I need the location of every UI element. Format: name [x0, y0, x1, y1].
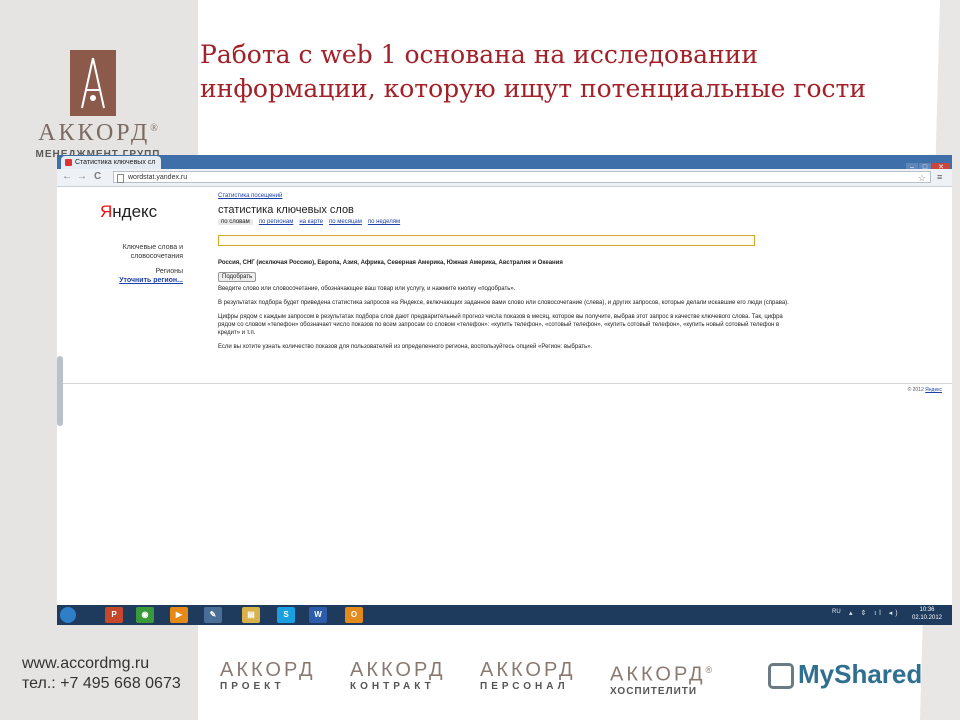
tool-taskbar-icon[interactable]: ✎	[204, 607, 222, 623]
page-icon	[117, 174, 124, 183]
browser-tabbar: Статистика ключевых сл ‒ □ ✕	[57, 155, 952, 172]
footer-logo-sub: КОНТРАКТ	[350, 681, 435, 692]
address-url: wordstat.yandex.ru	[128, 174, 188, 181]
system-tray-icons[interactable]: ▴ ⇕ ıl ◂)	[849, 609, 901, 617]
regions-list: Россия, СНГ (исключая Россию), Европа, А…	[218, 260, 563, 266]
results-description: В результатах подбора будет приведена ст…	[218, 300, 789, 306]
pick-button[interactable]: Подобрать	[218, 272, 257, 282]
copyright-link[interactable]: Яндекс	[925, 387, 942, 393]
accord-emblem-icon	[70, 50, 116, 116]
logo-wordmark: АККОРД	[38, 120, 151, 146]
myshared-watermark: MyShared	[768, 656, 922, 692]
clock-time: 10:36	[919, 607, 935, 613]
footer-logo-sub: ПРОЕКТ	[220, 681, 285, 692]
language-indicator[interactable]: RU	[832, 609, 841, 615]
tab-wordstat[interactable]: Статистика ключевых сл	[61, 156, 161, 169]
back-arrow-icon[interactable]: ←	[62, 171, 72, 183]
start-button-icon[interactable]	[60, 607, 76, 623]
region-hint: Если вы хотите узнать количество показов…	[218, 344, 593, 350]
footer-divider	[57, 383, 952, 384]
address-bar[interactable]: wordstat.yandex.ru ☆	[113, 171, 931, 183]
tab-by-regions[interactable]: по регионам	[259, 219, 294, 225]
footer-phone: тел.: +7 495 668 0673	[22, 675, 181, 692]
footer-logo-reg: ®	[705, 665, 713, 675]
tab-title: Статистика ключевых сл	[75, 159, 156, 166]
browser-toolbar: ← → C wordstat.yandex.ru ☆ ≡	[57, 169, 952, 187]
wordstat-page: Яндекс Ключевые слова и словосочетания Р…	[57, 187, 952, 592]
skype-taskbar-icon[interactable]: S	[277, 607, 295, 623]
bookmark-star-icon[interactable]: ☆	[918, 172, 926, 184]
slide-title: Работа с web 1 основана на исследовании …	[200, 40, 867, 103]
footer-logo-word: АККОРД	[480, 659, 576, 681]
footer-logo-sub: ХОСПИТЕЛИТИ	[610, 685, 698, 697]
main-content: Статистика посещений статистика ключевых…	[218, 192, 798, 351]
tab-on-map[interactable]: на карте	[299, 219, 323, 225]
tab-by-months[interactable]: по месяцам	[329, 219, 362, 225]
word-taskbar-icon[interactable]: W	[309, 607, 327, 623]
outlook-taskbar-icon[interactable]: O	[345, 607, 363, 623]
footer-logo-hospitality: АККОРД® ХОСПИТЕЛИТИ	[610, 660, 712, 699]
footer-logo-proekt: АККОРД ПРОЕКТ	[220, 660, 316, 694]
media-player-taskbar-icon[interactable]: ▶	[170, 607, 188, 623]
yandex-logo-rest: ндекс	[112, 202, 158, 221]
yandex-logo[interactable]: Яндекс	[100, 202, 157, 222]
copyright: © 2012 Яндекс	[908, 387, 942, 393]
footer-logo-sub: ПЕРСОНАЛ	[480, 681, 569, 692]
yandex-logo-first-letter: Я	[100, 202, 113, 221]
tab-by-words[interactable]: по словам	[218, 219, 253, 225]
visits-stats-link[interactable]: Статистика посещений	[218, 192, 798, 200]
page-heading: статистика ключевых слов	[218, 204, 354, 216]
keywords-label: Ключевые слова и словосочетания	[122, 244, 183, 260]
chrome-taskbar-icon[interactable]: ◉	[136, 607, 154, 623]
footer-logo-kontrakt: АККОРД КОНТРАКТ	[350, 660, 446, 694]
tab-by-weeks[interactable]: по неделям	[368, 219, 400, 225]
taskbar-clock[interactable]: 10:36 02.10.2012	[907, 606, 947, 622]
side-scroll-handle[interactable]	[57, 356, 63, 426]
copyright-text: © 2012	[907, 387, 924, 393]
yandex-favicon-icon	[65, 159, 72, 166]
mode-tabs: по словам по регионам на карте по месяцам по…	[218, 218, 798, 227]
footer-logo-word: АККОРД	[610, 663, 706, 686]
browser-menu-icon[interactable]: ≡	[937, 172, 942, 182]
accord-logo: АККОРД® МЕНЕДЖМЕНТ ГРУПП	[28, 50, 168, 160]
clock-date: 02.10.2012	[911, 615, 943, 621]
left-navigation: Ключевые слова и словосочетания Регионы …	[87, 243, 183, 285]
reload-icon[interactable]: C	[94, 171, 101, 183]
footer-logo-word: АККОРД	[350, 659, 446, 681]
forward-arrow-icon[interactable]: →	[77, 171, 87, 183]
forecast-description: Цифры рядом с каждым запросом в результа…	[218, 314, 783, 336]
browser-window: Статистика ключевых сл ‒ □ ✕ ← → C wordsta…	[57, 155, 952, 625]
window-controls: ‒ □ ✕	[905, 156, 950, 172]
keyword-input[interactable]	[218, 235, 755, 246]
footer-logo-word: АККОРД	[220, 659, 316, 681]
refine-region-link[interactable]: Уточнить регион...	[87, 276, 183, 285]
windows-taskbar: P ◉ ▶ ✎ ▤ S W O RU ▴ ⇕ ıl ◂) 10:36 02.10.2012	[57, 605, 952, 625]
myshared-text: MyShared	[798, 659, 923, 689]
footer-website: www.accordmg.ru	[22, 655, 150, 672]
logo-registered-mark: ®	[150, 123, 158, 134]
instruction-text: Введите слово или словосочетание, обозна…	[218, 286, 516, 292]
footer-logo-personal: АККОРД ПЕРСОНАЛ	[480, 660, 576, 694]
explorer-taskbar-icon[interactable]: ▤	[242, 607, 260, 623]
regions-label: Регионы	[155, 268, 183, 275]
footer-contact: www.accordmg.ru тел.: +7 495 668 0673	[22, 654, 181, 694]
powerpoint-taskbar-icon[interactable]: P	[105, 607, 123, 623]
myshared-icon	[768, 663, 794, 690]
